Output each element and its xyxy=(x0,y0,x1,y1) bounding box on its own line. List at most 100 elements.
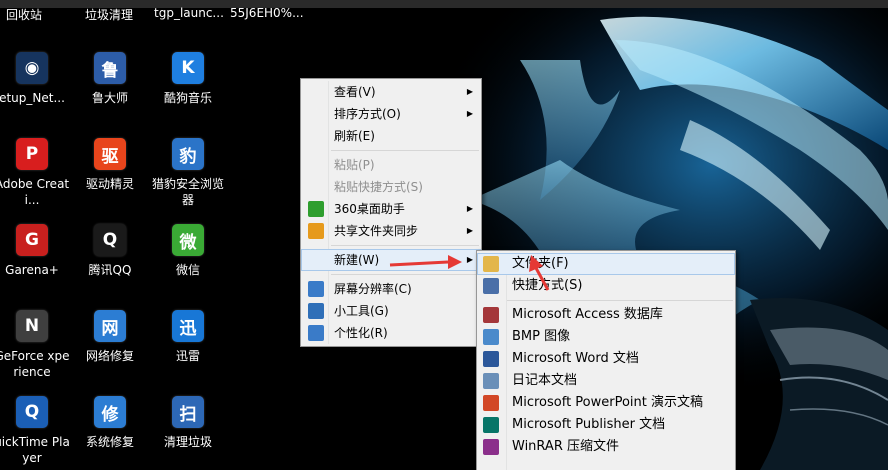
context-menu-item-1[interactable]: 排序方式(O) ▶ xyxy=(301,103,481,125)
qq-icon: Q xyxy=(94,224,126,256)
desktop-icon-label: 清理垃圾 xyxy=(163,435,212,449)
desktop-icon-label: Garena+ xyxy=(5,263,59,277)
new-submenu-item-9[interactable]: WinRAR 压缩文件 xyxy=(477,436,735,458)
desktop-icon-adobe[interactable]: P Adobe Creati... xyxy=(0,138,71,208)
desktop-icon-label: 系统修复 xyxy=(85,435,134,449)
top-strip xyxy=(0,0,888,8)
desktop-label-recycle-bin[interactable]: 回收站 xyxy=(6,6,42,23)
kugou-icon: K xyxy=(172,52,204,84)
context-menu-item-label: 共享文件夹同步 xyxy=(334,224,419,238)
desktop-icon-label: 鲁大师 xyxy=(91,91,128,105)
context-menu-item-0[interactable]: 查看(V) ▶ xyxy=(301,81,481,103)
desktop-icon-sysrepair[interactable]: 修系统修复 xyxy=(71,396,149,450)
desktop: 回收站 垃圾清理 tgp_launc... 55J6EH0%... ◉ etup_… xyxy=(0,0,888,470)
context-menu-item-label: 360桌面助手 xyxy=(334,202,405,216)
adobe-icon: P xyxy=(16,138,48,170)
submenu-arrow-icon: ▶ xyxy=(466,87,473,96)
context-menu-item-9[interactable]: 新建(W) ▶ xyxy=(301,249,481,271)
new-submenu-item-7[interactable]: Microsoft PowerPoint 演示文稿 xyxy=(477,392,735,414)
journal-icon xyxy=(483,373,499,389)
context-menu-item-13[interactable]: 个性化(R) xyxy=(301,322,481,344)
context-menu-item-7[interactable]: 共享文件夹同步 ▶ xyxy=(301,220,481,242)
context-menu-item-4[interactable]: 粘贴(P) xyxy=(301,154,481,176)
desktop-icon-wechat[interactable]: 微微信 xyxy=(149,224,227,278)
xunlei-icon: 迅 xyxy=(172,310,204,342)
desktop-icon-garena[interactable]: G Garena+ xyxy=(0,224,71,278)
desktop-icon-label: Adobe Creati... xyxy=(0,177,70,207)
quicktime-icon: Q xyxy=(16,396,48,428)
desktop-icon-cleanup[interactable]: 扫清理垃圾 xyxy=(149,396,227,450)
new-submenu-item-6[interactable]: 日记本文档 xyxy=(477,370,735,392)
desktop-icon-label: etup_Net... xyxy=(0,91,65,105)
context-menu-item-label: 粘贴快捷方式(S) xyxy=(334,180,423,194)
context-menu-item-6[interactable]: 360桌面助手 ▶ xyxy=(301,198,481,220)
desktop-icon-label: 猎豹安全浏览器 xyxy=(151,177,224,207)
new-submenu-item-4[interactable]: BMP 图像 xyxy=(477,326,735,348)
desktop-icon-label: uickTime Player xyxy=(0,435,70,465)
new-submenu-item-label: Microsoft Access 数据库 xyxy=(512,307,663,322)
new-submenu-item-8[interactable]: Microsoft Publisher 文档 xyxy=(477,414,735,436)
desktop-icon-label: GeForce xperience xyxy=(0,349,70,379)
personalize-icon xyxy=(308,325,324,341)
context-menu-item-label: 小工具(G) xyxy=(334,304,389,318)
context-menu-item-label: 新建(W) xyxy=(334,253,380,267)
desktop-icon-label: 迅雷 xyxy=(175,349,200,363)
desktop-icon-label: 微信 xyxy=(175,263,200,277)
garena-icon: G xyxy=(16,224,48,256)
desktop-label-tgp[interactable]: tgp_launc... xyxy=(154,6,224,20)
submenu-arrow-icon: ▶ xyxy=(466,109,473,118)
ludashi-icon: 鲁 xyxy=(94,52,126,84)
desktop-icon-label: 网络修复 xyxy=(85,349,134,363)
desktop-icon-quicktime[interactable]: QuickTime Player xyxy=(0,396,71,466)
desktop-label-garbage-clean[interactable]: 垃圾清理 xyxy=(85,6,133,23)
desktop-icon-qq[interactable]: Q 腾讯QQ xyxy=(71,224,149,278)
netrepair-icon: 网 xyxy=(94,310,126,342)
new-submenu-item-label: 日记本文档 xyxy=(512,373,578,388)
publisher-icon xyxy=(483,417,499,433)
new-submenu: 文件夹(F) 快捷方式(S) Microsoft Access 数据库 BMP 图像 M… xyxy=(476,250,736,470)
winrar-icon xyxy=(483,439,499,455)
desktop-icon-label: 驱动精灵 xyxy=(85,177,134,191)
cleanup-icon: 扫 xyxy=(172,396,204,428)
folder-icon xyxy=(483,256,499,272)
new-submenu-item-label: Microsoft Publisher 文档 xyxy=(512,417,666,432)
context-menu-item-label: 查看(V) xyxy=(334,85,376,99)
menu-separator xyxy=(331,245,479,246)
new-submenu-item-3[interactable]: Microsoft Access 数据库 xyxy=(477,304,735,326)
new-submenu-item-label: WinRAR 压缩文件 xyxy=(512,439,619,454)
bmp-icon xyxy=(483,329,499,345)
powerpoint-icon xyxy=(483,395,499,411)
desktop-icon-netrepair[interactable]: 网网络修复 xyxy=(71,310,149,364)
word-icon xyxy=(483,351,499,367)
desktop-icon-qudong[interactable]: 驱驱动精灵 xyxy=(71,138,149,192)
menu-separator xyxy=(507,300,733,301)
context-menu-item-label: 刷新(E) xyxy=(334,129,375,143)
desktop-label-file[interactable]: 55J6EH0%... xyxy=(230,6,304,20)
desktop-icon-xunlei[interactable]: 迅迅雷 xyxy=(149,310,227,364)
desktop-icon-kugou[interactable]: K 酷狗音乐 xyxy=(149,52,227,106)
sysrepair-icon: 修 xyxy=(94,396,126,428)
shortcut-icon xyxy=(483,278,499,294)
qudong-icon: 驱 xyxy=(94,138,126,170)
context-menu-item-12[interactable]: 小工具(G) xyxy=(301,300,481,322)
context-menu-item-label: 屏幕分辨率(C) xyxy=(334,282,412,296)
context-menu-item-2[interactable]: 刷新(E) xyxy=(301,125,481,147)
context-menu-item-label: 个性化(R) xyxy=(334,326,388,340)
desktop-icon-liebao[interactable]: 豹猎豹安全浏览器 xyxy=(149,138,227,208)
360-icon xyxy=(308,201,324,217)
share-sync-icon xyxy=(308,223,324,239)
monitor-icon xyxy=(308,281,324,297)
access-icon xyxy=(483,307,499,323)
context-menu: 查看(V) ▶ 排序方式(O) ▶ 刷新(E) 粘贴(P) 粘贴快捷方式(S) 360桌面助手… xyxy=(300,78,482,347)
geforce-icon: N xyxy=(16,310,48,342)
context-menu-item-5[interactable]: 粘贴快捷方式(S) xyxy=(301,176,481,198)
new-submenu-item-5[interactable]: Microsoft Word 文档 xyxy=(477,348,735,370)
new-submenu-item-1[interactable]: 快捷方式(S) xyxy=(477,275,735,297)
desktop-icon-setup[interactable]: ◉ etup_Net... xyxy=(0,52,71,106)
desktop-icon-geforce[interactable]: N GeForce xperience xyxy=(0,310,71,380)
desktop-icon-ludashi[interactable]: 鲁鲁大师 xyxy=(71,52,149,106)
liebao-icon: 豹 xyxy=(172,138,204,170)
context-menu-item-11[interactable]: 屏幕分辨率(C) xyxy=(301,278,481,300)
new-submenu-item-label: Microsoft Word 文档 xyxy=(512,351,639,366)
new-submenu-item-0[interactable]: 文件夹(F) xyxy=(477,253,735,275)
